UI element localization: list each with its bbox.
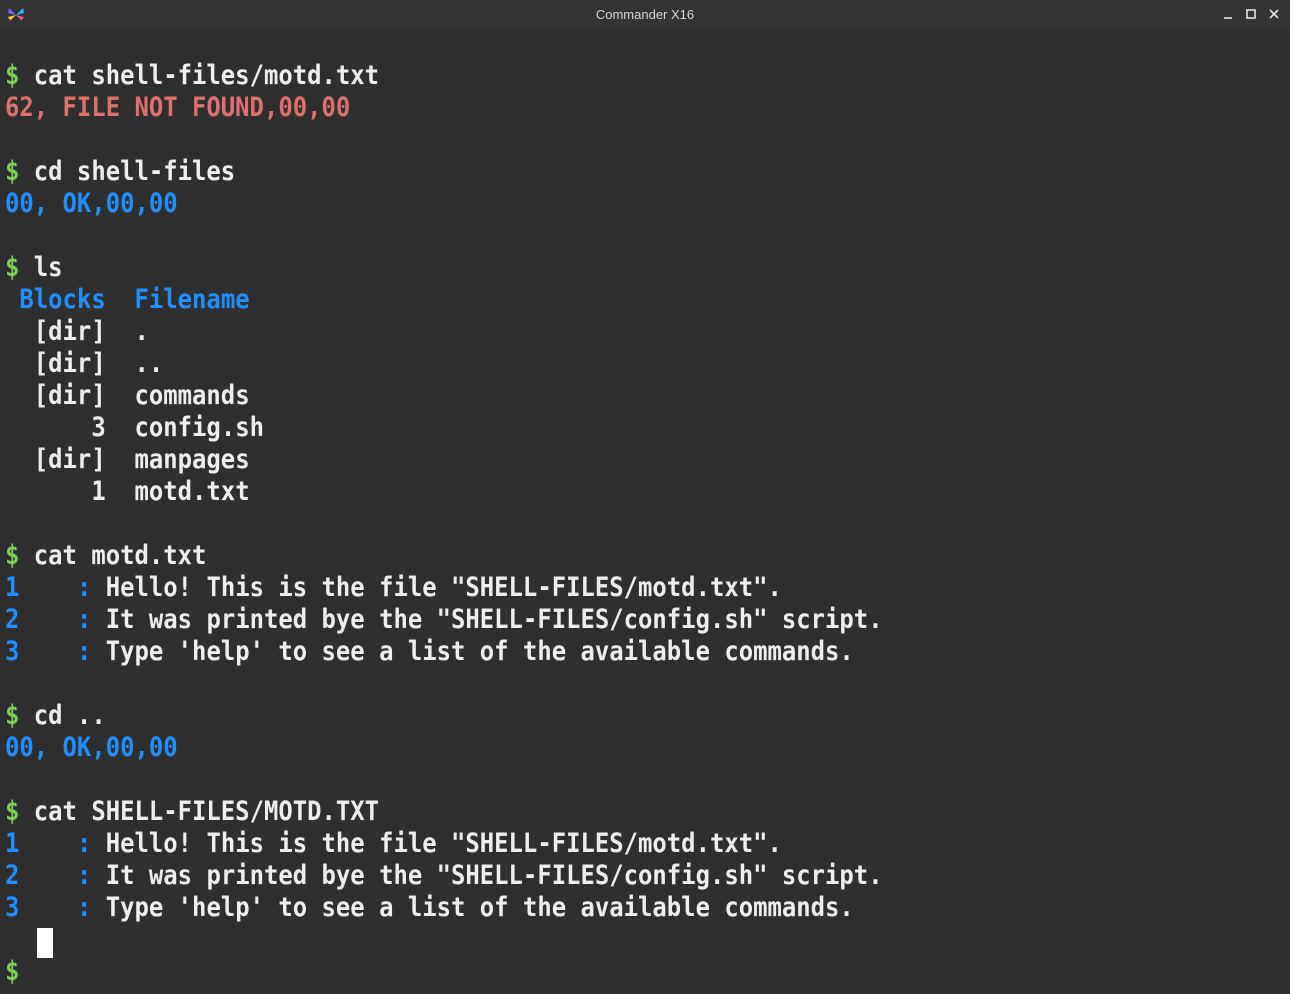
ls-filename: commands bbox=[134, 380, 250, 411]
line-separator: : bbox=[76, 892, 92, 923]
command-text: cat shell-files/motd.txt bbox=[33, 60, 380, 91]
window-title: Commander X16 bbox=[595, 7, 695, 22]
ls-row: [dir] commands bbox=[5, 380, 250, 412]
line-text: Hello! This is the file "SHELL-FILES/mot… bbox=[105, 828, 782, 859]
command-line: $ cd shell-files bbox=[5, 156, 235, 188]
command-line: $ ls bbox=[5, 252, 63, 284]
ls-blocks: 3 bbox=[91, 412, 106, 443]
prompt: $ bbox=[5, 796, 34, 827]
line-separator: : bbox=[76, 572, 92, 603]
ls-row: [dir] manpages bbox=[5, 444, 250, 476]
prompt: $ bbox=[5, 60, 34, 91]
command-line: $ cat SHELL-FILES/MOTD.TXT bbox=[5, 796, 379, 828]
line-separator: : bbox=[76, 636, 92, 667]
command-text: cd shell-files bbox=[33, 156, 236, 187]
active-prompt-line[interactable]: $ bbox=[5, 956, 34, 988]
file-line: 2 : It was printed bye the "SHELL-FILES/… bbox=[5, 604, 883, 636]
prompt: $ bbox=[5, 956, 34, 987]
minimize-icon[interactable] bbox=[1219, 5, 1237, 23]
command-line: $ cat motd.txt bbox=[5, 540, 206, 572]
command-text: cat motd.txt bbox=[33, 540, 207, 571]
line-separator: : bbox=[76, 604, 92, 635]
ls-row: [dir] .. bbox=[5, 348, 163, 380]
terminal-screen[interactable]: $ cat shell-files/motd.txt 62, FILE NOT … bbox=[0, 30, 1290, 994]
maximize-icon[interactable] bbox=[1242, 5, 1260, 23]
ls-blocks: [dir] bbox=[33, 380, 106, 411]
ls-blocks: [dir] bbox=[33, 444, 106, 475]
line-number: 3 bbox=[5, 636, 20, 667]
line-number: 3 bbox=[5, 892, 20, 923]
line-number: 2 bbox=[5, 604, 20, 635]
file-line: 3 : Type 'help' to see a list of the ava… bbox=[5, 892, 854, 924]
line-text: It was printed bye the "SHELL-FILES/conf… bbox=[105, 860, 883, 891]
line-text: Type 'help' to see a list of the availab… bbox=[105, 636, 854, 667]
ls-row: [dir] . bbox=[5, 316, 149, 348]
file-line: 1 : Hello! This is the file "SHELL-FILES… bbox=[5, 572, 782, 604]
command-text: cat SHELL-FILES/MOTD.TXT bbox=[33, 796, 380, 827]
prompt: $ bbox=[5, 252, 34, 283]
file-line: 2 : It was printed bye the "SHELL-FILES/… bbox=[5, 860, 883, 892]
line-separator: : bbox=[76, 860, 92, 891]
ls-row: 1 motd.txt bbox=[5, 476, 250, 508]
ls-filename: motd.txt bbox=[134, 476, 250, 507]
line-number: 2 bbox=[5, 860, 20, 891]
command-line: $ cd .. bbox=[5, 700, 106, 732]
line-text: It was printed bye the "SHELL-FILES/conf… bbox=[105, 604, 883, 635]
file-line: 3 : Type 'help' to see a list of the ava… bbox=[5, 636, 854, 668]
ok-status: 00, OK,00,00 bbox=[5, 188, 178, 219]
file-line: 1 : Hello! This is the file "SHELL-FILES… bbox=[5, 828, 782, 860]
ls-header-blocks: Blocks bbox=[19, 284, 106, 315]
ls-header: Blocks Filename bbox=[5, 284, 250, 316]
command-text: cd .. bbox=[33, 700, 106, 731]
line-separator: : bbox=[76, 828, 92, 859]
prompt: $ bbox=[5, 156, 34, 187]
line-text: Type 'help' to see a list of the availab… bbox=[105, 892, 854, 923]
emulator-window: Commander X16 $ cat shell-files/motd.txt… bbox=[0, 0, 1290, 994]
line-text: Hello! This is the file "SHELL-FILES/mot… bbox=[105, 572, 782, 603]
prompt: $ bbox=[5, 540, 34, 571]
error-status: 62, FILE NOT FOUND,00,00 bbox=[5, 92, 351, 123]
ls-filename: .. bbox=[134, 348, 164, 379]
ls-filename: . bbox=[134, 316, 149, 347]
line-number: 1 bbox=[5, 572, 20, 603]
command-line: $ cat shell-files/motd.txt bbox=[5, 60, 379, 92]
close-icon[interactable] bbox=[1265, 5, 1283, 23]
ls-row: 3 config.sh bbox=[5, 412, 264, 444]
ls-header-filename: Filename bbox=[134, 284, 250, 315]
ls-filename: config.sh bbox=[134, 412, 264, 443]
ls-blocks: [dir] bbox=[33, 316, 106, 347]
ok-status: 00, OK,00,00 bbox=[5, 732, 178, 763]
ls-blocks: 1 bbox=[91, 476, 106, 507]
line-number: 1 bbox=[5, 828, 20, 859]
command-text: ls bbox=[33, 252, 63, 283]
ls-filename: manpages bbox=[134, 444, 250, 475]
prompt: $ bbox=[5, 700, 34, 731]
ls-blocks: [dir] bbox=[33, 348, 106, 379]
title-bar[interactable]: Commander X16 bbox=[0, 0, 1290, 31]
text-cursor bbox=[37, 928, 53, 958]
